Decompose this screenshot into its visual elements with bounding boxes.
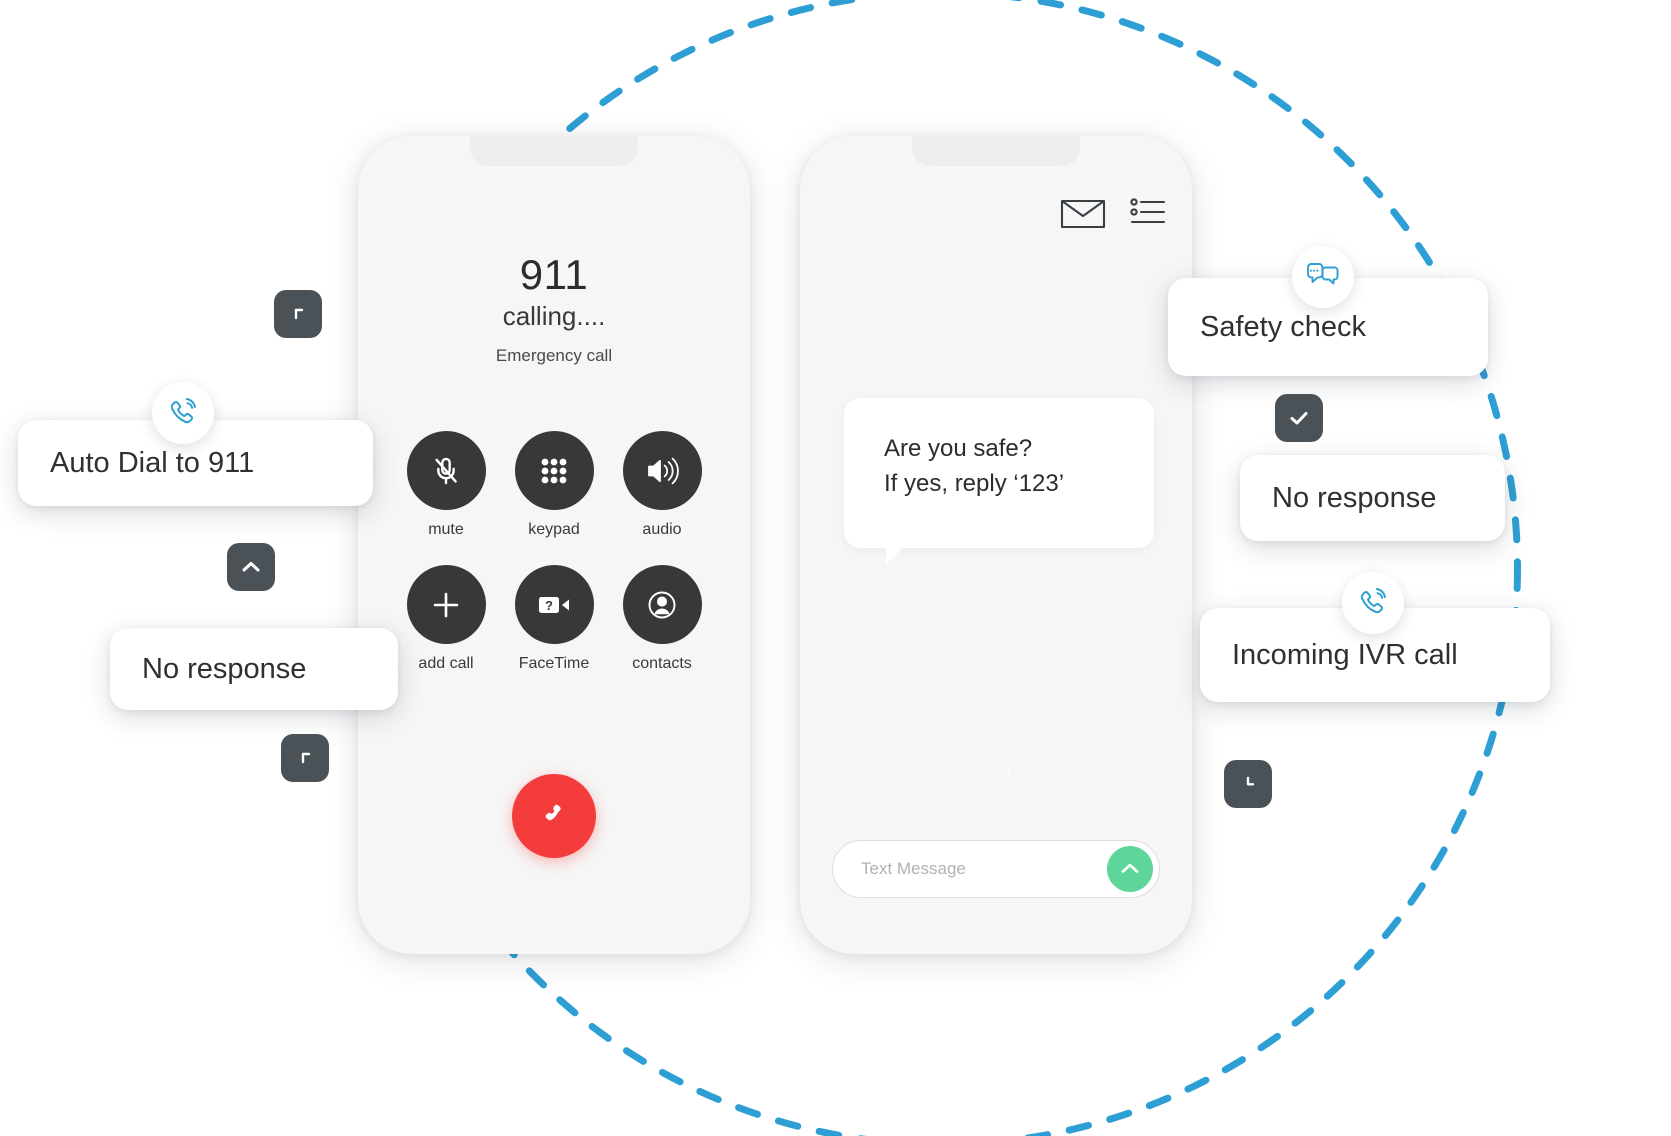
mute-label: mute: [428, 521, 464, 538]
svg-text:?: ?: [545, 598, 553, 613]
badge-check-right: [1275, 394, 1323, 442]
envelope-icon[interactable]: [1060, 197, 1106, 234]
send-arrow-up-icon: [1121, 863, 1139, 873]
audio-label: audio: [642, 521, 682, 538]
keypad-label: keypad: [528, 521, 580, 538]
sent-status-label: Sent: [981, 763, 1011, 779]
text-message-placeholder: Text Message: [861, 859, 966, 878]
microphone-muted-icon: [406, 431, 486, 510]
badge-clock-right: [1224, 760, 1272, 808]
contacts-label: contacts: [632, 655, 692, 672]
phone-ring-icon: [1342, 572, 1404, 634]
diagram-canvas: 911 calling.... Emergency call mute keyp…: [0, 0, 1671, 1136]
audio-button[interactable]: audio: [610, 431, 714, 539]
callout-no-response-left[interactable]: No response: [110, 628, 398, 710]
clock-icon: [1246, 776, 1255, 786]
add-call-label: add call: [418, 655, 474, 672]
phone-ring-icon: [152, 382, 214, 444]
callout-label: Safety check: [1200, 310, 1367, 343]
sms-header-icons: [1060, 196, 1166, 235]
arrow-corner-icon: [294, 308, 304, 320]
call-number: 911: [519, 251, 589, 298]
end-call-button[interactable]: [512, 774, 596, 858]
send-button[interactable]: [1107, 846, 1153, 892]
mute-button[interactable]: mute: [394, 431, 498, 539]
contacts-button[interactable]: contacts: [610, 565, 714, 673]
facetime-button[interactable]: ? FaceTime: [502, 565, 606, 673]
callout-label: Incoming IVR call: [1232, 638, 1458, 671]
add-call-button[interactable]: add call: [394, 565, 498, 673]
callout-label: No response: [142, 652, 307, 685]
keypad-button[interactable]: keypad: [502, 431, 606, 539]
badge-arrow-corner-top-left: [274, 290, 322, 338]
call-type-label: Emergency call: [495, 346, 613, 365]
arrow-corner-icon: [301, 752, 311, 764]
text-message-input[interactable]: Text Message: [832, 840, 1160, 898]
chat-bubbles-icon: [1292, 246, 1354, 308]
callout-label: No response: [1272, 481, 1437, 514]
call-controls-row-1: mute keypad audio: [394, 431, 714, 539]
keypad-icon: [514, 431, 594, 510]
message-bubble: Are you safe? If yes, reply ‘123’: [844, 398, 1154, 564]
call-status: calling....: [502, 301, 606, 331]
check-icon: [1290, 412, 1308, 425]
facetime-video-icon: ?: [514, 565, 594, 644]
plus-icon: [406, 565, 486, 644]
message-line-2: If yes, reply ‘123’: [884, 469, 1065, 497]
call-controls-grid: mute keypad audio add call ? FaceTime co…: [394, 431, 714, 699]
end-call-handset-icon: [545, 804, 561, 821]
phone-call-screen: 911 calling.... Emergency call mute keyp…: [358, 136, 750, 954]
chevron-up-icon: [242, 562, 260, 572]
contacts-person-icon: [622, 565, 702, 644]
facetime-label: FaceTime: [518, 655, 590, 672]
badge-arrow-corner-bottom-left: [281, 734, 329, 782]
phone-notch: [470, 136, 638, 166]
phone-sms-screen: Are you safe? If yes, reply ‘123’ Sent T…: [800, 136, 1192, 954]
speaker-icon: [622, 431, 702, 510]
call-controls-row-2: add call ? FaceTime contacts: [394, 565, 714, 673]
phone-notch: [912, 136, 1080, 166]
message-line-1: Are you safe?: [884, 435, 1033, 462]
badge-chevron-up-left: [227, 543, 275, 591]
callout-no-response-right[interactable]: No response: [1240, 455, 1505, 541]
callout-label: Auto Dial to 911: [50, 446, 255, 479]
list-icon[interactable]: [1130, 196, 1166, 235]
